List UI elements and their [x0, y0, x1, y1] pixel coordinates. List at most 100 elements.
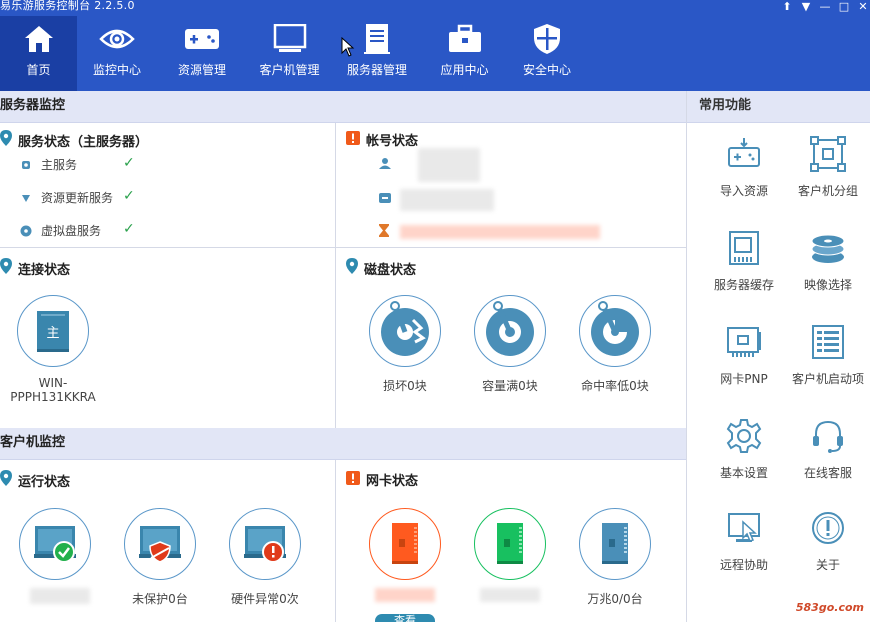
disk-hitrate-icon: [585, 300, 645, 363]
gear-icon: [726, 418, 762, 454]
service-label: 主服务: [41, 158, 78, 172]
monitor-icon: [272, 23, 308, 55]
disk-hitrate-item[interactable]: [579, 295, 651, 367]
service-status-title: 服务状态（主服务器）: [0, 130, 148, 150]
location-pin-icon: [346, 258, 358, 278]
menu-button[interactable]: ▼: [799, 1, 813, 12]
server-icon: [359, 23, 395, 55]
panel-title-text: 连接状态: [18, 262, 71, 278]
minimize-button[interactable]: —: [818, 1, 832, 12]
main-server-node[interactable]: 主: [17, 295, 89, 367]
view-button[interactable]: 查看: [375, 614, 435, 622]
alert-icon: [346, 470, 360, 489]
service-label: 虚拟盘服务: [41, 224, 102, 238]
func-label: 关于: [815, 558, 840, 572]
nic-100m-item[interactable]: [369, 508, 441, 580]
server-monitor-header: 服务器监控: [0, 91, 686, 123]
common-functions-header: 常用功能: [687, 91, 870, 123]
client-hardware-error-item[interactable]: [229, 508, 301, 580]
nav-label: 服务器管理: [346, 63, 407, 77]
divider: [335, 460, 336, 622]
monitor-unprotected-icon: [137, 520, 183, 569]
func-client-startup[interactable]: 客户机启动项: [786, 324, 870, 387]
server-name: WIN-PPPH131KKRA: [10, 376, 96, 404]
func-online-support[interactable]: 在线客服: [786, 418, 870, 481]
func-remote-assist[interactable]: 远程协助: [702, 510, 786, 573]
gamepad-icon: [184, 23, 220, 55]
dot-icon: [16, 160, 36, 170]
panel-title-text: 运行状态: [18, 474, 71, 490]
user-icon: [379, 157, 391, 172]
window-title: 易乐游服务控制台 2.2.5.0: [0, 0, 135, 12]
monitor-ok-icon: [32, 520, 78, 569]
disk-full-item[interactable]: [474, 295, 546, 367]
skin-button[interactable]: ⬆: [780, 1, 794, 12]
app-window: 易乐游服务控制台 2.2.5.0 ⬆ ▼ — □ ✕ 首页 监控中心 资源管理 …: [0, 0, 870, 622]
shield-icon: [529, 23, 565, 55]
panel-title-text: 帐号状态: [366, 134, 419, 149]
arrow-down-icon: [16, 193, 36, 203]
nav-monitor-center[interactable]: 监控中心: [77, 16, 157, 91]
panel-title-text: 服务状态（主服务器）: [18, 134, 149, 150]
nav-security-center[interactable]: 安全中心: [507, 16, 587, 91]
func-import-resource[interactable]: 导入资源: [702, 136, 786, 199]
group-icon: [810, 136, 846, 172]
nav-label: 监控中心: [92, 63, 141, 77]
divider: [0, 247, 686, 248]
service-item-main: 主服务: [16, 156, 77, 173]
maximize-button[interactable]: □: [837, 1, 851, 12]
func-label: 映像选择: [803, 278, 852, 292]
id-card-icon: [379, 192, 391, 206]
disk-broken-icon: [375, 300, 435, 363]
close-button[interactable]: ✕: [856, 1, 870, 12]
func-label: 网卡PNP: [720, 372, 768, 386]
disk-label: 命中率低0块: [581, 379, 649, 393]
nic-10g-item[interactable]: [579, 508, 651, 580]
nav-home[interactable]: 首页: [0, 16, 77, 91]
func-basic-settings[interactable]: 基本设置: [702, 418, 786, 481]
import-gamepad-icon: [726, 136, 762, 172]
common-functions-panel: 常用功能 导入资源 客户机分组 服务器缓存 映像选择 网卡PNP 客户机启动项 …: [686, 91, 870, 622]
redacted-expiry: [400, 225, 600, 239]
client-status-label: 未保护0台: [132, 592, 188, 606]
func-label: 远程协助: [719, 558, 768, 572]
headset-icon: [810, 418, 846, 454]
service-label: 资源更新服务: [41, 191, 114, 205]
watermark: 583go.com: [795, 601, 864, 614]
service-item-vdisk: 虚拟盘服务: [16, 222, 101, 239]
server-glyph: 主: [46, 325, 60, 341]
redacted-nic-count: [480, 588, 540, 602]
checkmark-icon: ✓: [123, 188, 135, 204]
func-about[interactable]: 关于: [786, 510, 870, 573]
disk-full-icon: [480, 300, 540, 363]
nav-resource-management[interactable]: 资源管理: [157, 16, 247, 91]
nic-1000m-item[interactable]: [474, 508, 546, 580]
info-icon: [810, 510, 846, 546]
func-nic-pnp[interactable]: 网卡PNP: [702, 324, 786, 387]
func-label: 在线客服: [803, 466, 852, 480]
location-pin-icon: [0, 470, 12, 490]
eye-icon: [99, 23, 135, 55]
client-online-item[interactable]: [19, 508, 91, 580]
func-client-group[interactable]: 客户机分组: [786, 136, 870, 199]
func-label: 导入资源: [719, 184, 768, 198]
func-image-select[interactable]: 映像选择: [786, 230, 870, 293]
func-server-cache[interactable]: 服务器缓存: [702, 230, 786, 293]
nav-app-center[interactable]: 应用中心: [422, 16, 507, 91]
network-card-icon: [495, 521, 525, 568]
disk-broken-item[interactable]: [369, 295, 441, 367]
disk-label: 损坏0块: [383, 379, 427, 393]
mouse-cursor-icon: [341, 36, 355, 60]
checkmark-icon: ✓: [123, 221, 135, 237]
alert-icon: [346, 130, 360, 149]
nav-client-management[interactable]: 客户机管理: [247, 16, 332, 91]
hourglass-icon: [379, 224, 389, 240]
toolbox-icon: [447, 23, 483, 55]
func-label: 客户机启动项: [791, 372, 864, 386]
client-unprotected-item[interactable]: [124, 508, 196, 580]
network-card-icon: [726, 324, 762, 360]
remote-icon: [726, 510, 762, 546]
nav-label: 资源管理: [177, 63, 226, 77]
nav-label: 应用中心: [440, 63, 489, 77]
main-nav: 首页 监控中心 资源管理 客户机管理 服务器管理 应用中心 安全中心: [0, 16, 587, 91]
